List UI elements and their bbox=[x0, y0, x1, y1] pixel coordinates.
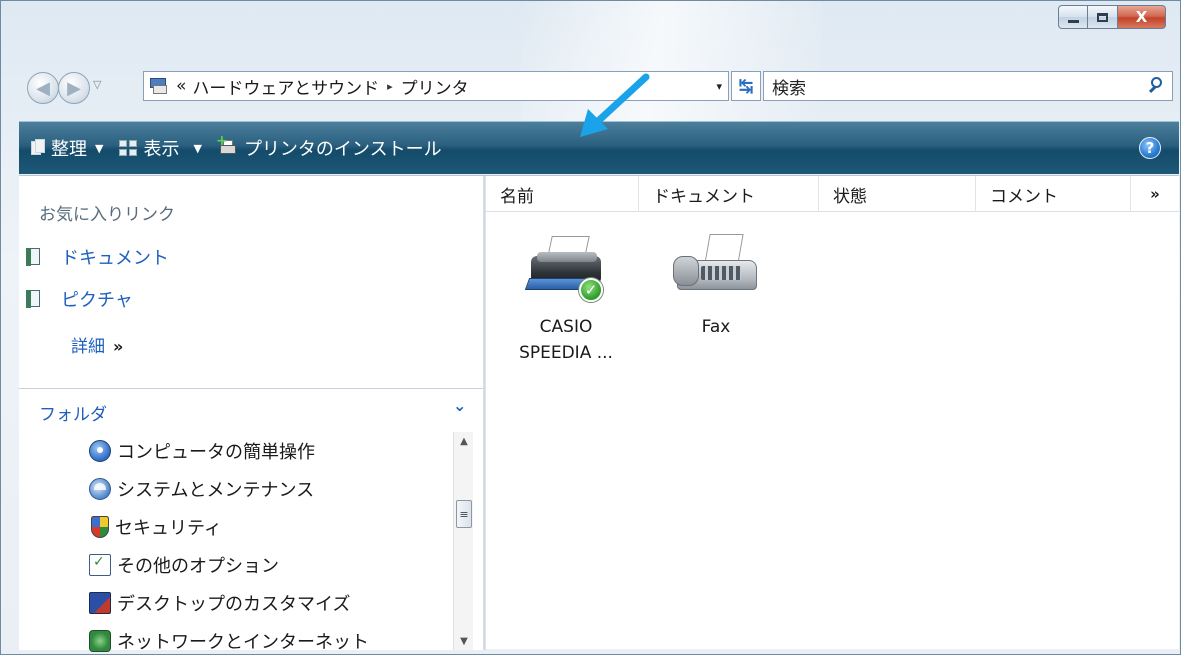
printer-item-fax[interactable]: Fax bbox=[646, 232, 786, 340]
view-caret-icon: ▼ bbox=[193, 141, 202, 155]
default-check-icon: ✓ bbox=[579, 278, 603, 302]
address-dropdown-icon[interactable]: ▾ bbox=[716, 80, 722, 93]
search-input[interactable]: 検索 bbox=[763, 71, 1173, 101]
tree-item-system-maintenance[interactable]: システムとメンテナンス bbox=[89, 476, 314, 502]
more-links-label: 詳細 bbox=[71, 337, 105, 357]
scroll-down-arrow-icon[interactable]: ▼ bbox=[454, 632, 474, 650]
printer-item-casio[interactable]: ✓ CASIO SPEEDIA ... bbox=[496, 232, 636, 366]
maximize-button[interactable] bbox=[1088, 5, 1118, 29]
close-icon: X bbox=[1135, 8, 1148, 26]
column-header-name[interactable]: 名前 bbox=[486, 176, 639, 212]
pane-divider[interactable] bbox=[19, 388, 483, 389]
tree-item-label: ネットワークとインターネット bbox=[117, 632, 369, 653]
favorite-link-documents[interactable]: ドキュメント bbox=[25, 244, 169, 270]
column-header-comments[interactable]: コメント bbox=[976, 176, 1131, 212]
printer-item-label: CASIO bbox=[539, 317, 593, 337]
recent-pages-dropdown[interactable]: ▽ bbox=[93, 78, 101, 91]
folder-tree-scrollbar[interactable]: ▲ ≡ ▼ bbox=[453, 432, 473, 650]
documents-icon bbox=[25, 247, 43, 267]
breadcrumb-printers[interactable]: プリンタ bbox=[401, 74, 469, 99]
install-printer-button[interactable]: + プリンタのインストール bbox=[210, 122, 450, 174]
breadcrumb-separator[interactable]: ▸ bbox=[387, 80, 393, 93]
tree-item-ease-of-access[interactable]: コンピュータの簡単操作 bbox=[89, 438, 315, 464]
network-internet-icon bbox=[89, 630, 111, 652]
caption-buttons: X bbox=[1058, 5, 1166, 31]
column-header-status[interactable]: 状態 bbox=[819, 176, 976, 212]
search-placeholder: 検索 bbox=[772, 78, 806, 99]
view-label: 表示 bbox=[143, 139, 180, 160]
security-shield-icon bbox=[91, 516, 109, 538]
tree-item-additional-options[interactable]: その他のオプション bbox=[89, 552, 279, 578]
tree-item-label: コンピュータの簡単操作 bbox=[117, 442, 315, 463]
printers-folder-icon bbox=[148, 76, 170, 96]
maximize-icon bbox=[1097, 12, 1108, 22]
tree-item-label: その他のオプション bbox=[117, 556, 279, 577]
organize-icon bbox=[31, 139, 45, 157]
organize-label: 整理 bbox=[51, 139, 87, 160]
refresh-icon: ↹ bbox=[738, 75, 754, 97]
minimize-icon bbox=[1067, 19, 1079, 23]
favorite-link-label: ピクチャ bbox=[61, 290, 133, 311]
favorite-link-label: ドキュメント bbox=[61, 248, 169, 269]
search-icon[interactable] bbox=[1148, 76, 1166, 94]
scroll-up-arrow-icon[interactable]: ▲ bbox=[454, 432, 474, 450]
tree-item-network-internet[interactable]: ネットワークとインターネット bbox=[89, 628, 369, 654]
tree-item-label: デスクトップのカスタマイズ bbox=[117, 594, 351, 615]
column-header-documents[interactable]: ドキュメント bbox=[639, 176, 819, 212]
tree-item-security[interactable]: セキュリティ bbox=[89, 514, 222, 540]
double-chevron-icon: » bbox=[113, 337, 124, 356]
forward-button[interactable]: ▶ bbox=[58, 72, 90, 104]
fax-icon bbox=[671, 232, 761, 312]
annotation-arrow-icon bbox=[580, 73, 650, 137]
forward-arrow-icon: ▶ bbox=[67, 77, 81, 99]
more-columns-chevron-icon[interactable]: » bbox=[1131, 176, 1179, 212]
folders-header[interactable]: フォルダ bbox=[39, 400, 107, 425]
file-list: 名前 ドキュメント 状態 コメント » ✓ CASIO SPEEDIA ... bbox=[486, 176, 1179, 650]
tree-item-label: システムとメンテナンス bbox=[117, 480, 315, 501]
printer-item-label: Fax bbox=[701, 317, 731, 337]
close-button[interactable]: X bbox=[1118, 5, 1166, 29]
address-overflow-chevron[interactable]: « bbox=[176, 76, 186, 96]
scroll-thumb[interactable]: ≡ bbox=[456, 500, 472, 528]
tree-item-label: セキュリティ bbox=[115, 518, 222, 539]
install-printer-label: プリンタのインストール bbox=[243, 139, 442, 160]
help-icon[interactable]: ? bbox=[1139, 137, 1161, 159]
favorite-links-header: お気に入りリンク bbox=[39, 205, 175, 225]
organize-caret-icon: ▼ bbox=[95, 141, 104, 155]
back-arrow-icon: ◀ bbox=[36, 77, 50, 99]
navigation-pane: お気に入りリンク ドキュメント ピクチャ 詳細 » フォルダ ⌄ コンピュータの簡… bbox=[19, 176, 483, 653]
refresh-button[interactable]: ↹ bbox=[731, 71, 761, 101]
column-headers: 名前 ドキュメント 状態 コメント » bbox=[486, 176, 1179, 212]
minimize-button[interactable] bbox=[1058, 5, 1088, 29]
content-area: お気に入りリンク ドキュメント ピクチャ 詳細 » フォルダ ⌄ コンピュータの簡… bbox=[19, 175, 1179, 653]
desktop-customize-icon bbox=[89, 592, 111, 614]
back-button[interactable]: ◀ bbox=[27, 72, 59, 104]
view-button[interactable]: 表示 ▼ bbox=[111, 122, 209, 174]
help-glyph: ? bbox=[1145, 139, 1155, 157]
add-printer-icon: + bbox=[216, 134, 238, 158]
system-maintenance-icon bbox=[89, 478, 111, 500]
breadcrumb-hardware-sound[interactable]: ハードウェアとサウンド bbox=[192, 74, 379, 99]
tree-item-desktop-customization[interactable]: デスクトップのカスタマイズ bbox=[89, 590, 350, 616]
favorite-link-pictures[interactable]: ピクチャ bbox=[25, 286, 133, 312]
printer-item-label-line2: SPEEDIA ... bbox=[519, 343, 613, 363]
additional-options-icon bbox=[89, 554, 111, 576]
more-links-button[interactable]: 詳細 » bbox=[71, 332, 123, 357]
printer-default-icon: ✓ bbox=[521, 232, 611, 312]
view-icon bbox=[119, 140, 138, 156]
organize-button[interactable]: 整理 ▼ bbox=[19, 122, 111, 174]
explorer-window: X ◀ ▶ ▽ « ハードウェアとサウンド ▸ プリンタ ▾ ↹ 検索 整理 ▼ bbox=[0, 0, 1181, 655]
chevron-down-icon[interactable]: ⌄ bbox=[453, 396, 466, 415]
ease-of-access-icon bbox=[89, 440, 111, 462]
pictures-icon bbox=[25, 289, 43, 309]
